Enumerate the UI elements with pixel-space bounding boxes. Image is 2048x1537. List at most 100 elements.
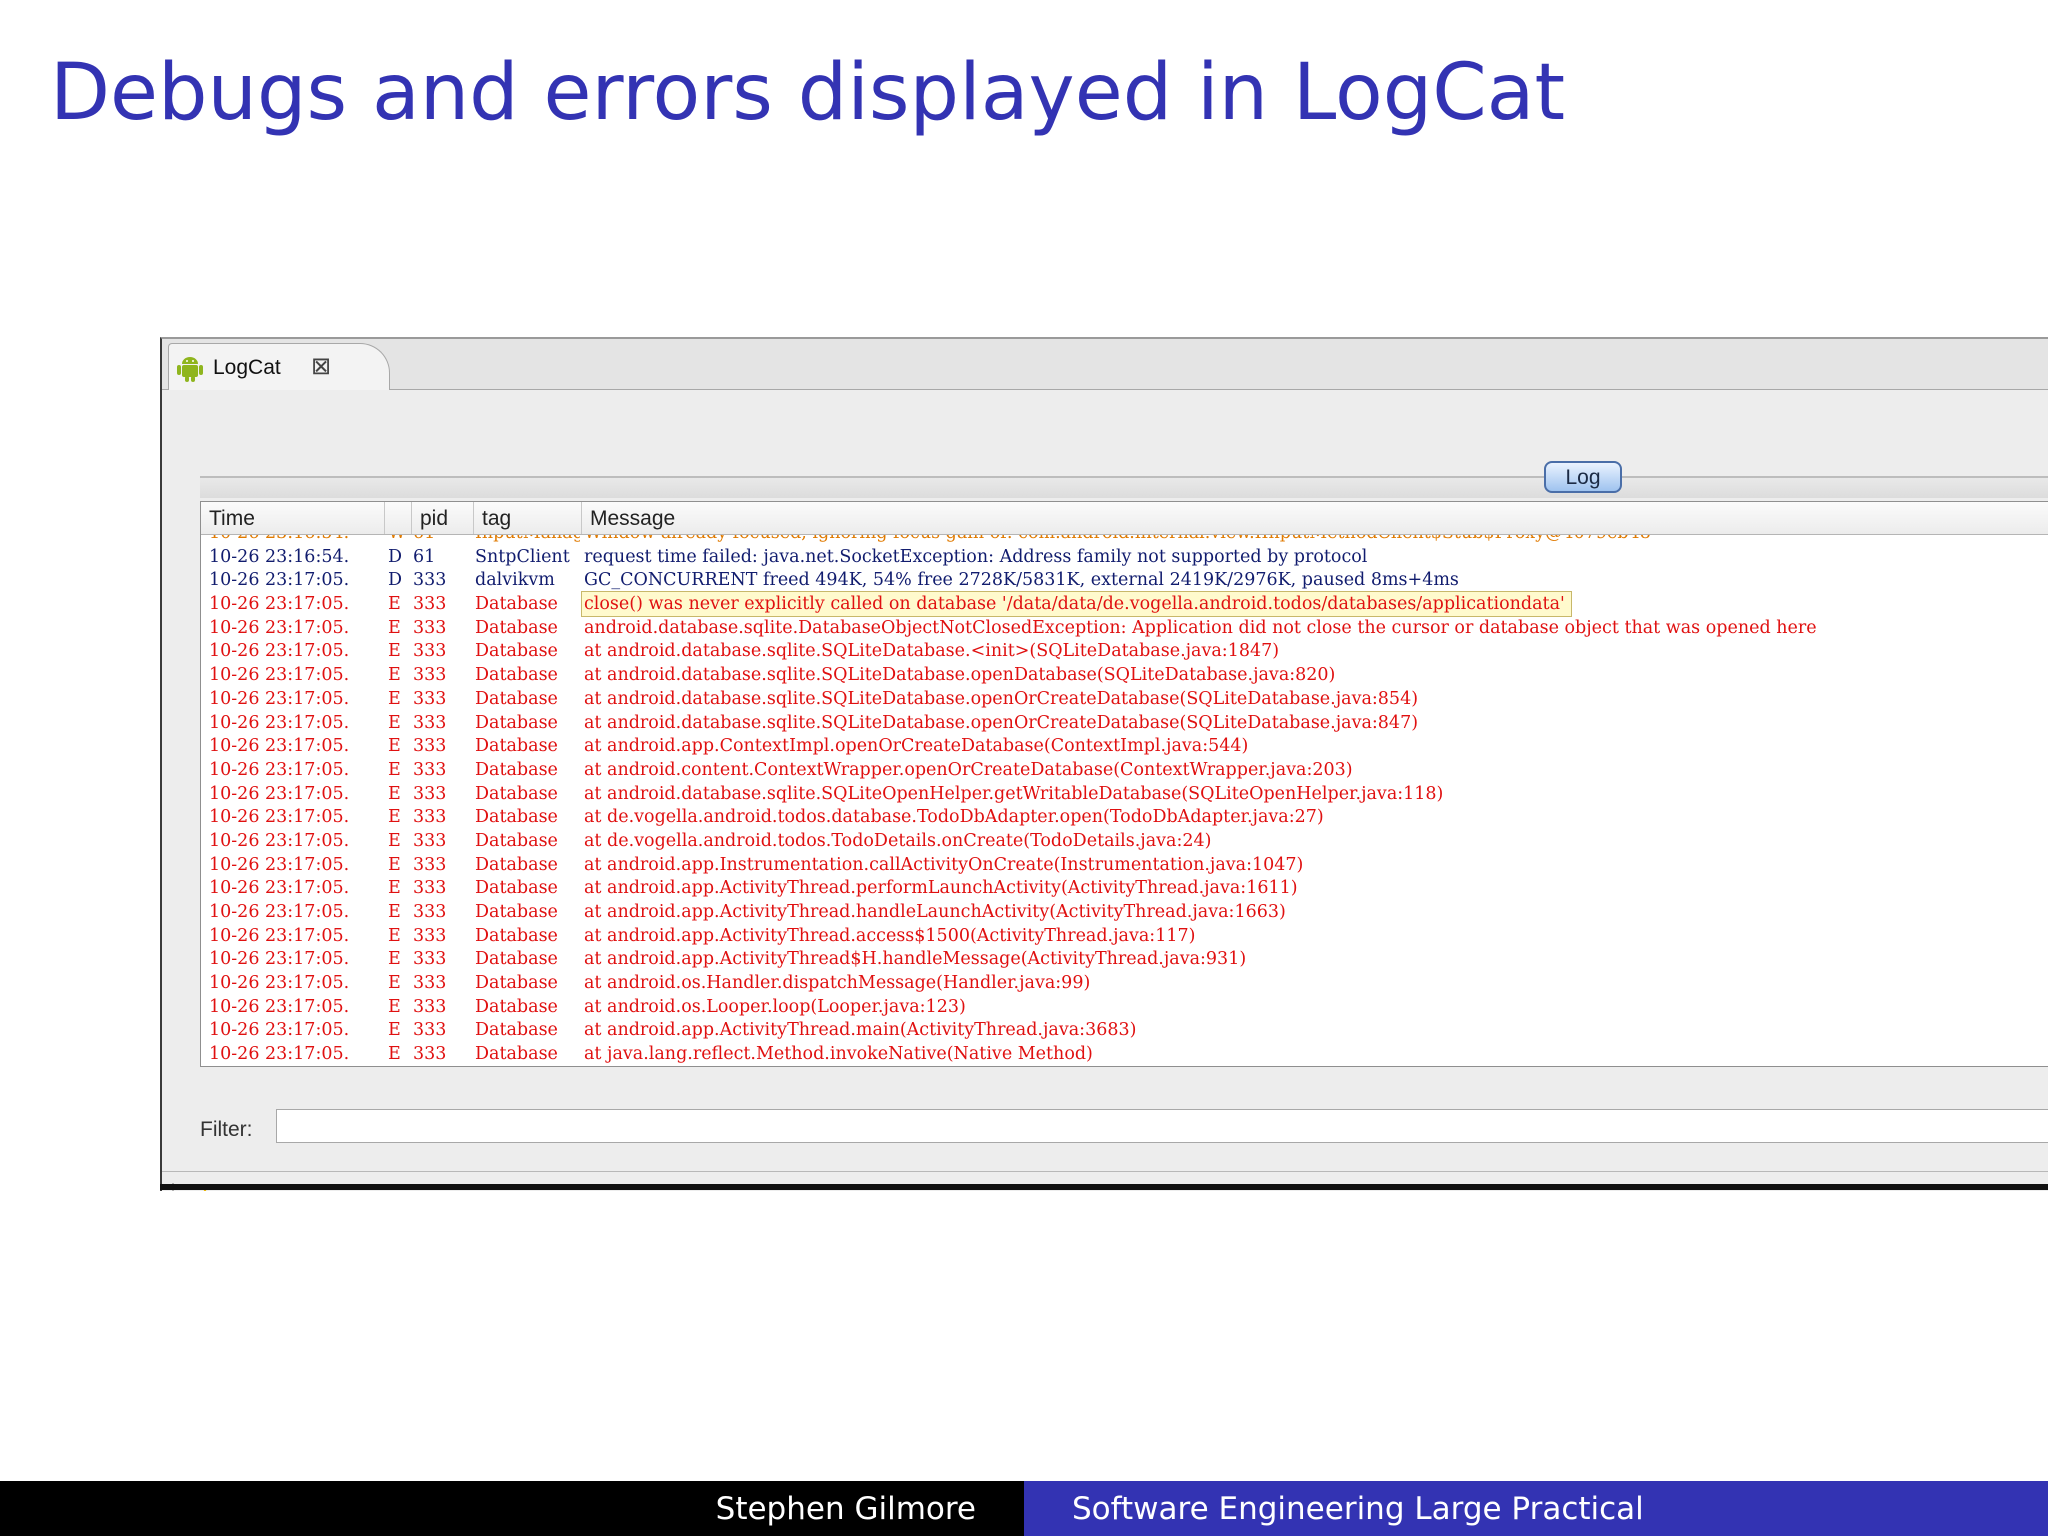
log-tag: Database	[475, 1044, 558, 1065]
log-message: request time failed: java.net.SocketExce…	[584, 546, 1368, 567]
log-row[interactable]: 10-26 23:17:05. 333 Database at android.da…	[201, 711, 2048, 735]
log-time: 10-26 23:17:05.	[209, 617, 350, 638]
log-pid: 333	[413, 830, 447, 851]
log-message: at android.app.ContextImpl.openOrCreateD…	[584, 736, 1249, 757]
log-row[interactable]: 10-26 23:17:05. 333 Database at android.ap…	[201, 900, 2048, 924]
column-header-message[interactable]: Message	[582, 502, 2048, 534]
log-level: E	[388, 878, 401, 899]
log-tag: Database	[475, 878, 558, 899]
log-row[interactable]: 10-26 23:17:05. 333 Database at android.ap…	[201, 1018, 2048, 1042]
log-message: at android.database.sqlite.SQLiteDatabas…	[584, 665, 1336, 686]
log-time: 10-26 23:17:05.	[209, 570, 350, 591]
column-header-level[interactable]	[385, 502, 412, 534]
log-row[interactable]: 10-26 23:17:05. 333 Database close() was ne…	[201, 591, 2048, 618]
log-row[interactable]: 10-26 23:17:05. 333 Database at android.ap…	[201, 924, 2048, 948]
footer-author: Stephen Gilmore	[0, 1481, 1024, 1536]
log-level: E	[388, 783, 401, 804]
slide-title: Debugs and errors displayed in LogCat	[50, 48, 1566, 138]
log-level: D	[388, 570, 403, 591]
column-header-pid[interactable]: pid	[412, 502, 474, 534]
log-table: Time pid tag Message 10-26 23:16:54. 61 In…	[200, 501, 2048, 1067]
log-row[interactable]: 10-26 23:17:05. 333 Database at android.da…	[201, 639, 2048, 663]
log-tag: SntpClient	[475, 546, 570, 567]
log-row[interactable]: 10-26 23:17:05. 333 Database at de.vogella…	[201, 829, 2048, 853]
column-header-tag[interactable]: tag	[474, 502, 582, 534]
footer-course: Software Engineering Large Practical	[1024, 1481, 2048, 1536]
log-time: 10-26 23:17:05.	[209, 1020, 350, 1041]
log-row[interactable]: 10-26 23:17:05. 333 Database at android.ap…	[201, 734, 2048, 758]
log-row[interactable]: 10-26 23:17:05. 333 Database at android.ap…	[201, 853, 2048, 877]
log-pid: 333	[413, 949, 447, 970]
log-pid: 333	[413, 783, 447, 804]
log-row[interactable]: 10-26 23:17:05. 333 dalvikvm GC_CONCURRENT …	[201, 568, 2048, 592]
log-time: 10-26 23:17:05.	[209, 854, 350, 875]
log-tag: Database	[475, 736, 558, 757]
log-level: E	[388, 1020, 401, 1041]
log-time: 10-26 23:17:05.	[209, 1044, 350, 1065]
log-level: E	[388, 949, 401, 970]
status-divider	[162, 1171, 2048, 1172]
close-icon[interactable]: ⊠	[311, 352, 331, 380]
slide-footer: Stephen Gilmore Software Engineering Lar…	[0, 1481, 2048, 1536]
tab-logcat[interactable]: LogCat ⊠	[168, 343, 390, 390]
log-rows[interactable]: 10-26 23:16:54. 61 InputManagerServiceWind…	[201, 535, 2048, 1066]
log-button[interactable]: Log	[1544, 461, 1622, 493]
log-time: 10-26 23:17:05.	[209, 996, 350, 1017]
log-row[interactable]: 10-26 23:17:05. 333 Database at android.ap…	[201, 876, 2048, 900]
log-time: 10-26 23:17:05.	[209, 902, 350, 922]
column-header-time[interactable]: Time	[201, 502, 385, 534]
log-message: at android.os.Handler.dispatchMessage(Ha…	[584, 973, 1091, 994]
log-row[interactable]: 10-26 23:17:05. 333 Database at android.co…	[201, 758, 2048, 782]
log-row[interactable]: 10-26 23:17:05. 333 Database at android.da…	[201, 782, 2048, 806]
log-level: E	[388, 712, 401, 733]
log-message: at android.database.sqlite.SQLiteDatabas…	[584, 712, 1419, 733]
log-pid: 333	[413, 641, 447, 662]
log-tag: Database	[475, 688, 558, 709]
filter-input[interactable]	[276, 1109, 2048, 1143]
log-row[interactable]: 10-26 23:17:05. 333 Database at android.da…	[201, 663, 2048, 687]
log-row[interactable]: 10-26 23:17:05. 333 Database at android.os…	[201, 995, 2048, 1019]
log-message: close() was never explicitly called on d…	[581, 591, 1572, 618]
log-row[interactable]: 10-26 23:17:05. 333 Database at java.lang.…	[201, 1042, 2048, 1066]
toolbar	[200, 476, 2048, 498]
log-pid: 333	[413, 665, 447, 686]
log-level: E	[388, 996, 401, 1017]
log-time: 10-26 23:17:05.	[209, 973, 350, 994]
log-level: W	[388, 535, 406, 545]
log-message: at java.lang.reflect.Method.invokeNative…	[584, 1044, 1093, 1065]
log-row[interactable]: 10-26 23:17:05. 333 Database at de.vogella…	[201, 805, 2048, 829]
log-tag: Database	[475, 925, 558, 946]
log-level: E	[388, 736, 401, 757]
log-row[interactable]: 10-26 23:16:54. 61 InputManagerServiceWind…	[201, 535, 2048, 545]
log-row[interactable]: 10-26 23:17:05. 333 Database at android.da…	[201, 687, 2048, 711]
log-pid: 61	[413, 546, 436, 567]
log-pid: 333	[413, 736, 447, 757]
log-tag: Database	[475, 665, 558, 686]
log-row[interactable]: 10-26 23:17:05. 333 Database at android.os…	[201, 971, 2048, 995]
log-time: 10-26 23:16:54.	[209, 546, 350, 567]
log-time: 10-26 23:17:05.	[209, 665, 350, 686]
log-time: 10-26 23:17:05.	[209, 688, 350, 709]
log-row[interactable]: 10-26 23:16:54. 61 SntpClient request time …	[201, 545, 2048, 569]
log-message: at android.database.sqlite.SQLiteOpenHel…	[584, 783, 1444, 804]
log-tag: Database	[475, 617, 558, 638]
log-message: android.database.sqlite.DatabaseObjectNo…	[584, 617, 1817, 638]
log-level: E	[388, 925, 401, 946]
log-pid: 333	[413, 1020, 447, 1041]
filter-label: Filter:	[200, 1118, 253, 1141]
log-message: at android.os.Looper.loop(Looper.java:12…	[584, 996, 966, 1017]
log-time: 10-26 23:17:05.	[209, 594, 350, 615]
log-pid: 333	[413, 1044, 447, 1065]
log-level: D	[388, 546, 403, 567]
log-level: E	[388, 641, 401, 662]
view-tab-bar: LogCat ⊠	[162, 339, 2048, 390]
log-row[interactable]: 10-26 23:17:05. 333 Database at android.ap…	[201, 947, 2048, 971]
log-tag: Database	[475, 902, 558, 922]
log-tag: Database	[475, 996, 558, 1017]
log-message: at android.database.sqlite.SQLiteDatabas…	[584, 688, 1419, 709]
android-icon	[177, 357, 203, 382]
log-tag: Database	[475, 641, 558, 662]
log-level: E	[388, 902, 401, 922]
log-row[interactable]: 10-26 23:17:05. 333 Database android.databa…	[201, 616, 2048, 640]
log-message: at android.app.ActivityThread.main(Activ…	[584, 1020, 1137, 1041]
